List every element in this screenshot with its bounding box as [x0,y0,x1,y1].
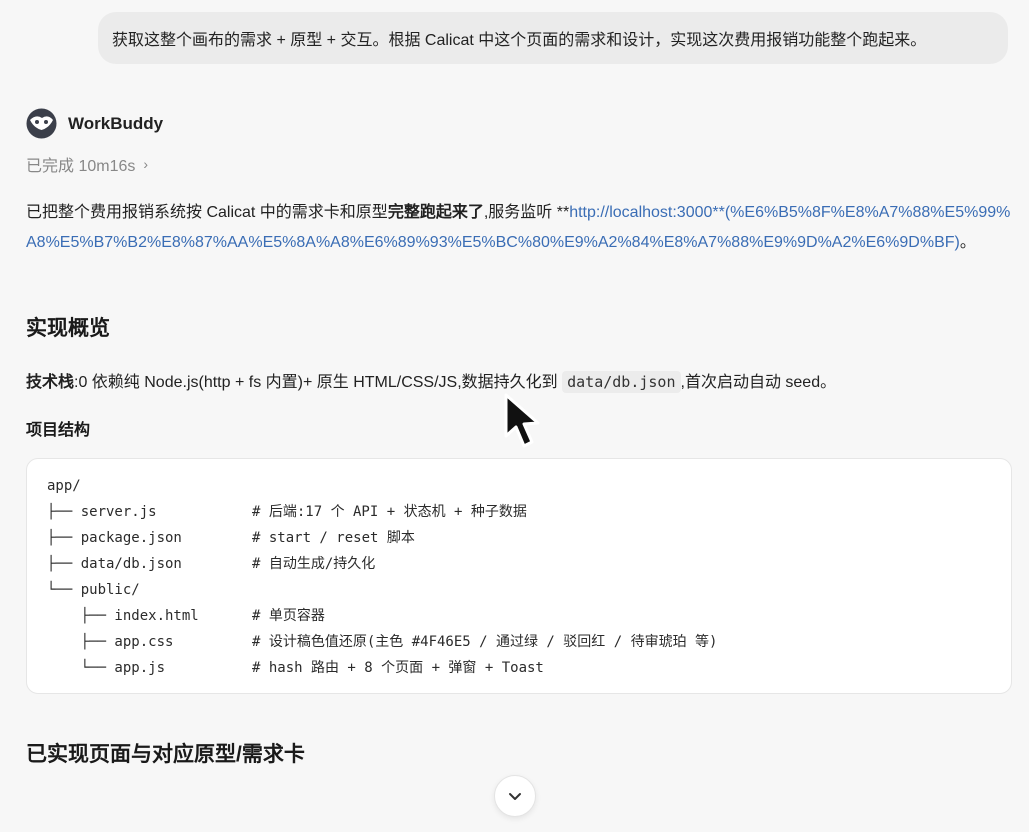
db-path-code: data/db.json [562,371,681,393]
tech-stack-line: 技术栈:0 依赖纯 Node.js(http + fs 内置)+ 原生 HTML… [26,368,837,393]
summary-prefix: 已把整个费用报销系统按 Calicat 中的需求卡和原型 [26,204,388,221]
tech-stack-label: 技术栈 [26,374,75,391]
code-line: ├── app.css # 设计稿色值还原(主色 #4F46E5 / 通过绿 / … [47,634,718,650]
user-message-text: 获取这整个画布的需求 + 原型 + 交互。根据 Calicat 中这个页面的需求… [112,32,927,49]
chevron-down-icon [509,793,521,800]
code-line: ├── index.html # 单页容器 [47,608,325,624]
summary-paragraph: 已把整个费用报销系统按 Calicat 中的需求卡和原型完整跑起来了,服务监听 … [26,198,1011,258]
chevron-right-icon: › [143,156,149,172]
scroll-to-bottom-button[interactable] [494,775,536,817]
mouse-cursor-icon [503,392,543,457]
run-status-text: 已完成 10m16s [26,158,136,175]
code-line: ├── data/db.json # 自动生成/持久化 [47,556,376,572]
agent-header: WorkBuddy [26,108,163,139]
code-line: ├── package.json # start / reset 脚本 [47,530,415,546]
code-line: └── app.js # hash 路由 + 8 个页面 + 弹窗 + Toast [47,660,544,676]
tech-stack-suffix: ,首次启动自动 seed。 [680,374,837,391]
project-structure-title: 项目结构 [26,422,91,439]
code-line: ├── server.js # 后端:17 个 API + 状态机 + 种子数据 [47,504,527,520]
workbuddy-avatar-icon [26,108,57,139]
section-title-pages: 已实现页面与对应原型/需求卡 [26,743,305,766]
tech-stack-text: :0 依赖纯 Node.js(http + fs 内置)+ 原生 HTML/CS… [74,374,563,391]
agent-name: WorkBuddy [68,113,164,133]
summary-middle: ,服务监听 ** [483,204,570,221]
project-structure-code-block: app/ ├── server.js # 后端:17 个 API + 状态机 + … [26,458,1012,694]
section-title-overview: 实现概览 [26,317,110,340]
summary-suffix: 。 [959,234,976,251]
summary-bold: 完整跑起来了 [387,204,484,221]
run-status-toggle[interactable]: 已完成 10m16s › [26,152,148,176]
code-line: └── public/ [47,582,140,598]
user-message-bubble: 获取这整个画布的需求 + 原型 + 交互。根据 Calicat 中这个页面的需求… [98,12,1008,64]
code-line: app/ [47,478,81,494]
